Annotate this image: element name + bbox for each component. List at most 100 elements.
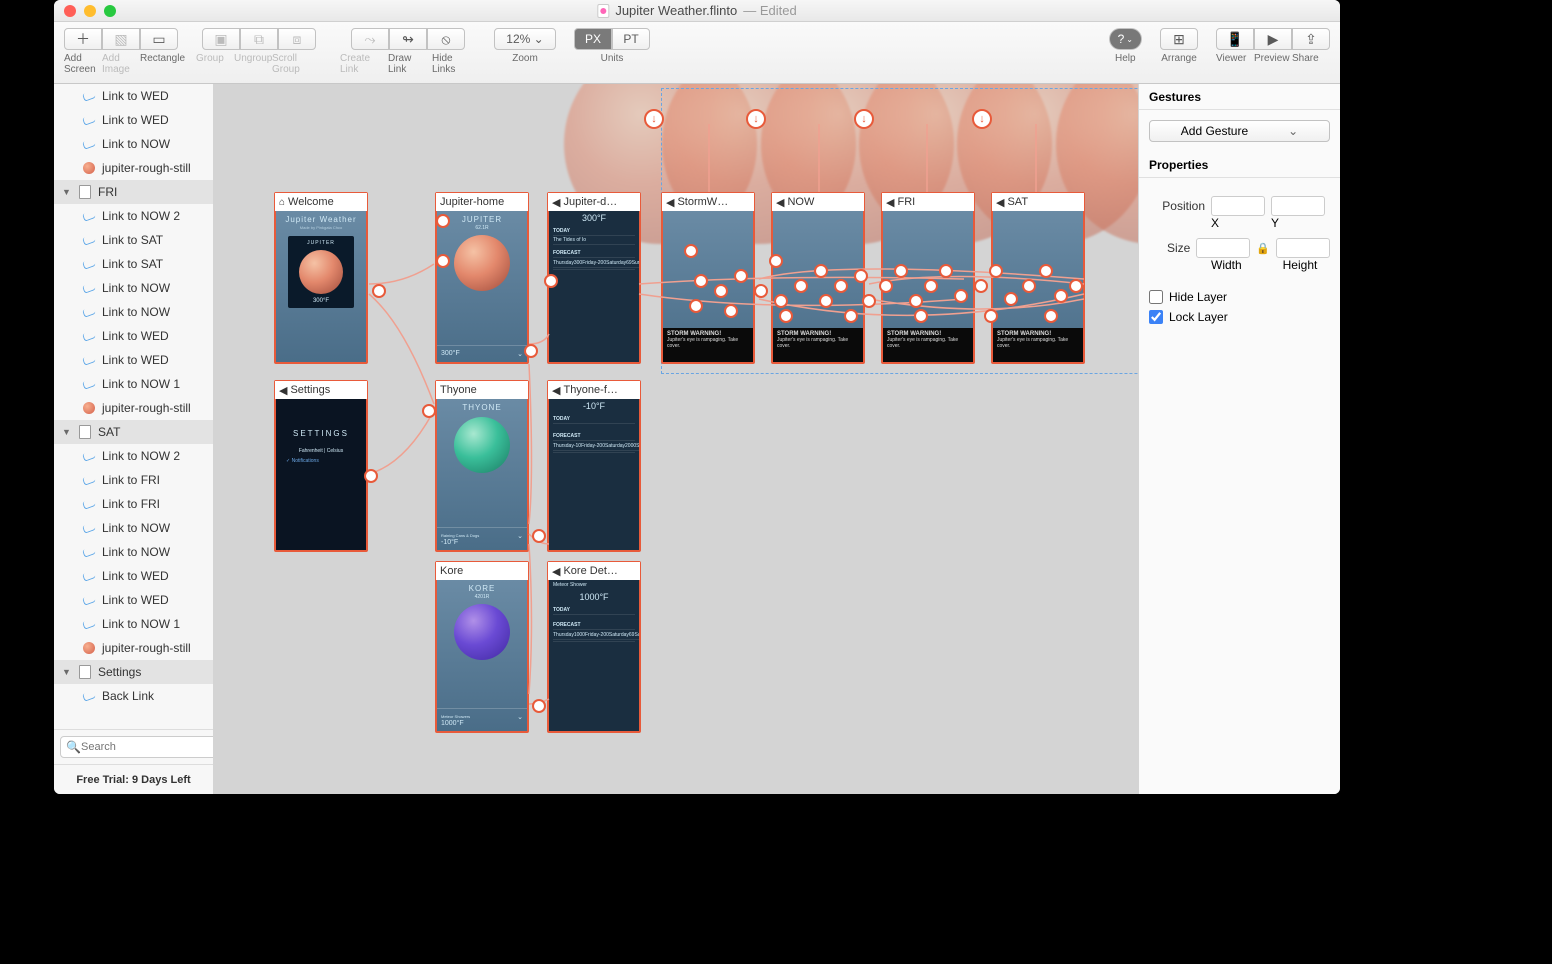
link-node[interactable]	[1069, 279, 1083, 293]
layer-item-link[interactable]: Link to NOW	[54, 276, 213, 300]
layer-item-image[interactable]: jupiter-rough-still	[54, 156, 213, 180]
layer-item-image[interactable]: jupiter-rough-still	[54, 636, 213, 660]
link-node[interactable]	[724, 304, 738, 318]
layer-item-link[interactable]: Link to WED	[54, 84, 213, 108]
layer-item-link[interactable]: Link to NOW 2	[54, 204, 213, 228]
disclosure-icon[interactable]: ▼	[62, 187, 72, 197]
link-node[interactable]	[854, 269, 868, 283]
link-node[interactable]	[909, 294, 923, 308]
layer-item-link[interactable]: Link to NOW	[54, 132, 213, 156]
add-gesture-button[interactable]: Add Gesture	[1149, 120, 1330, 142]
link-node[interactable]	[714, 284, 728, 298]
disclosure-icon[interactable]: ▼	[62, 427, 72, 437]
screen-thyone-forecast[interactable]: ◀Thyone-f… -10°F TODAY FORECAST Thursday…	[547, 380, 641, 552]
rectangle-button[interactable]: ▭	[140, 28, 178, 50]
link-node[interactable]	[794, 279, 808, 293]
share-button[interactable]: ⇪	[1292, 28, 1330, 50]
layer-group-header[interactable]: ▼SAT	[54, 420, 213, 444]
help-button[interactable]: ?⌄	[1109, 28, 1142, 50]
link-node[interactable]	[862, 294, 876, 308]
layer-item-link[interactable]: Link to WED	[54, 108, 213, 132]
close-window-button[interactable]	[64, 5, 76, 17]
canvas[interactable]: ⌂Welcome Jupiter Weather Made by Pinkgat…	[214, 84, 1138, 794]
size-height-input[interactable]	[1276, 238, 1330, 258]
link-node[interactable]	[1004, 292, 1018, 306]
link-node[interactable]	[1054, 289, 1068, 303]
screen-settings[interactable]: ◀Settings SETTINGS Fahrenheit | Celsius …	[274, 380, 368, 552]
hide-links-button[interactable]: ⦸	[427, 28, 465, 50]
screen-kore[interactable]: Kore KORE 4201R Meteor Showers1000°F⌄	[435, 561, 529, 733]
link-node[interactable]	[1044, 309, 1058, 323]
link-node[interactable]	[1022, 279, 1036, 293]
scroll-group-button[interactable]: ⧈	[278, 28, 316, 50]
screen-thyone[interactable]: Thyone THYONE Raining Cans & Dogs-10°F⌄	[435, 380, 529, 552]
layer-item-link[interactable]: Link to NOW 1	[54, 372, 213, 396]
layer-item-link[interactable]: Link to NOW	[54, 540, 213, 564]
link-node[interactable]	[914, 309, 928, 323]
size-width-input[interactable]	[1196, 238, 1250, 258]
link-node[interactable]	[879, 279, 893, 293]
screen-sat[interactable]: ◀SAT STORM WARNING!Jupiter's eye is ramp…	[991, 192, 1085, 364]
group-button[interactable]: ▣	[202, 28, 240, 50]
zoom-dropdown[interactable]: 12% ⌄	[494, 28, 556, 50]
zoom-window-button[interactable]	[104, 5, 116, 17]
link-node[interactable]	[689, 299, 703, 313]
layer-item-link[interactable]: Link to NOW	[54, 300, 213, 324]
layer-item-link[interactable]: Link to FRI	[54, 468, 213, 492]
link-node[interactable]	[364, 469, 378, 483]
link-node[interactable]	[834, 279, 848, 293]
layer-list[interactable]: Link to WEDLink to WEDLink to NOWjupiter…	[54, 84, 213, 729]
layer-item-link[interactable]: Link to FRI	[54, 492, 213, 516]
link-node[interactable]	[694, 274, 708, 288]
lock-layer-checkbox[interactable]	[1149, 310, 1163, 324]
screen-now[interactable]: ◀NOW STORM WARNING!Jupiter's eye is ramp…	[771, 192, 865, 364]
link-node[interactable]	[814, 264, 828, 278]
link-node[interactable]	[734, 269, 748, 283]
layer-item-link[interactable]: Link to WED	[54, 588, 213, 612]
layer-item-link[interactable]: Link to NOW 1	[54, 612, 213, 636]
disclosure-icon[interactable]: ▼	[62, 667, 72, 677]
link-node[interactable]	[532, 529, 546, 543]
viewer-button[interactable]: 📱	[1216, 28, 1254, 50]
link-node[interactable]	[532, 699, 546, 713]
link-node[interactable]	[774, 294, 788, 308]
link-node[interactable]	[544, 274, 558, 288]
layer-item-link[interactable]: Link to WED	[54, 564, 213, 588]
minimize-window-button[interactable]	[84, 5, 96, 17]
add-screen-button[interactable]: ＋	[64, 28, 102, 50]
link-node[interactable]	[989, 264, 1003, 278]
link-node[interactable]	[372, 284, 386, 298]
screen-jupiter-detail[interactable]: ◀Jupiter-d… 300°F TODAY The Tides of Io …	[547, 192, 641, 364]
layer-group-header[interactable]: ▼FRI	[54, 180, 213, 204]
layer-search-input[interactable]	[60, 736, 214, 758]
layer-item-link[interactable]: Link to NOW	[54, 516, 213, 540]
link-node[interactable]	[1039, 264, 1053, 278]
link-node[interactable]	[954, 289, 968, 303]
layer-item-link[interactable]: Link to SAT	[54, 228, 213, 252]
units-pt-button[interactable]: PT	[612, 28, 650, 50]
arrange-button[interactable]: ⊞	[1160, 28, 1198, 50]
link-node[interactable]	[524, 344, 538, 358]
link-node[interactable]	[924, 279, 938, 293]
layer-item-link[interactable]: Link to WED	[54, 324, 213, 348]
link-node[interactable]	[894, 264, 908, 278]
link-node[interactable]	[754, 284, 768, 298]
position-x-input[interactable]	[1211, 196, 1265, 216]
link-node[interactable]	[436, 254, 450, 268]
link-node[interactable]	[844, 309, 858, 323]
add-image-button[interactable]: ▧	[102, 28, 140, 50]
layer-item-link[interactable]: Link to NOW 2	[54, 444, 213, 468]
layer-item-link[interactable]: Link to WED	[54, 348, 213, 372]
layer-item-image[interactable]: jupiter-rough-still	[54, 396, 213, 420]
units-px-button[interactable]: PX	[574, 28, 612, 50]
screen-welcome[interactable]: ⌂Welcome Jupiter Weather Made by Pinkgat…	[274, 192, 368, 364]
lock-aspect-icon[interactable]: 🔒	[1256, 242, 1270, 255]
link-node[interactable]	[684, 244, 698, 258]
link-node[interactable]	[939, 264, 953, 278]
link-node[interactable]	[984, 309, 998, 323]
ungroup-button[interactable]: ⧉	[240, 28, 278, 50]
screen-fri[interactable]: ◀FRI STORM WARNING!Jupiter's eye is ramp…	[881, 192, 975, 364]
layer-item-link[interactable]: Back Link	[54, 684, 213, 708]
layer-item-link[interactable]: Link to SAT	[54, 252, 213, 276]
layer-group-header[interactable]: ▼Settings	[54, 660, 213, 684]
